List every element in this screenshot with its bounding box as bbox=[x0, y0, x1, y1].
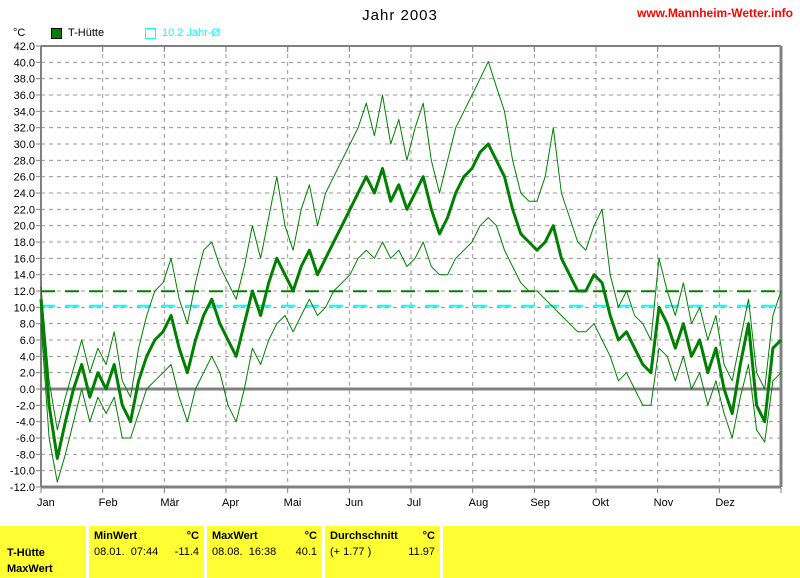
y-axis-label: 10.0 bbox=[14, 302, 35, 314]
y-axis-label: 32.0 bbox=[14, 123, 35, 135]
y-axis-label: 26.0 bbox=[14, 172, 35, 184]
legend-swatch-cyan-icon bbox=[145, 28, 156, 39]
y-axis-label: 12.0 bbox=[14, 286, 35, 298]
maxwert-unit: °C bbox=[305, 530, 317, 542]
maxwert-datetime: 08.08. 16:38 bbox=[212, 546, 276, 558]
y-axis-unit-label: °C bbox=[13, 27, 25, 39]
y-axis-label: 34.0 bbox=[14, 106, 35, 118]
y-axis-label: 14.0 bbox=[14, 270, 35, 282]
x-axis-label: Mai bbox=[284, 497, 302, 509]
x-axis-label: Nov bbox=[654, 497, 674, 509]
table-row-label-t-huette: T-Hütte bbox=[7, 547, 45, 559]
y-axis-label: -12.0 bbox=[10, 482, 35, 494]
minwert-value: -11.4 bbox=[175, 546, 199, 558]
x-axis-label: Jul bbox=[407, 497, 421, 509]
legend-label-t-huette: T-Hütte bbox=[68, 27, 104, 39]
chart-svg: Jan Feb Mär Apr Mai Jun Jul Aug Sep Okt Nov Dez 42.0… bbox=[0, 0, 800, 526]
table-row-labels-column: T-Hütte MaxWert bbox=[0, 526, 86, 578]
y-axis-label: 2.0 bbox=[20, 368, 35, 380]
y-axis-label: 18.0 bbox=[14, 237, 35, 249]
x-axis-label: Okt bbox=[592, 497, 609, 509]
x-axis-label: Sep bbox=[530, 497, 550, 509]
minwert-header: MinWert bbox=[94, 530, 137, 542]
durchschnitt-unit: °C bbox=[423, 530, 435, 542]
y-axis-label: 22.0 bbox=[14, 204, 35, 216]
minwert-datetime: 08.01. 07:44 bbox=[94, 546, 158, 558]
y-axis-label: 0.0 bbox=[20, 384, 35, 396]
durchschnitt-header: Durchschnitt bbox=[330, 530, 398, 542]
table-column-minwert: MinWert °C 08.01. 07:44 -11.4 bbox=[89, 526, 204, 578]
x-axis-label: Aug bbox=[469, 497, 489, 509]
legend-item-t-huette: T-Hütte bbox=[51, 27, 104, 39]
x-axis-label: Apr bbox=[222, 497, 239, 509]
y-axis-label: -6.0 bbox=[16, 433, 35, 445]
x-axis-label: Dez bbox=[715, 497, 735, 509]
y-axis-label: 38.0 bbox=[14, 74, 35, 86]
y-axis-label: 40.0 bbox=[14, 57, 35, 69]
y-axis-label: 36.0 bbox=[14, 90, 35, 102]
x-axis-label: Mär bbox=[160, 497, 179, 509]
minwert-unit: °C bbox=[187, 530, 199, 542]
y-axis-label: 42.0 bbox=[14, 41, 35, 53]
y-axis-label: -10.0 bbox=[10, 466, 35, 478]
x-axis-label: Feb bbox=[99, 497, 118, 509]
maxwert-header: MaxWert bbox=[212, 530, 258, 542]
weather-year-chart-page: Jan Feb Mär Apr Mai Jun Jul Aug Sep Okt Nov Dez 42.0… bbox=[0, 0, 800, 578]
x-axis-label: Jun bbox=[345, 497, 363, 509]
summary-table: T-Hütte MaxWert MinWert °C 08.01. 07:44 … bbox=[0, 526, 800, 578]
legend-label-longterm: 10.2 Jahr-Ø bbox=[162, 27, 220, 39]
durchschnitt-anomaly: (+ 1.77 ) bbox=[330, 546, 371, 558]
table-column-durchschnitt: Durchschnitt °C (+ 1.77 ) 11.97 bbox=[325, 526, 440, 578]
durchschnitt-value: 11.97 bbox=[408, 546, 435, 558]
y-axis-label: 20.0 bbox=[14, 221, 35, 233]
y-axis-label: 16.0 bbox=[14, 253, 35, 265]
legend-swatch-green-icon bbox=[51, 28, 62, 39]
y-axis-label: 30.0 bbox=[14, 139, 35, 151]
table-filler-cell bbox=[443, 526, 800, 578]
y-axis-label: 28.0 bbox=[14, 155, 35, 167]
table-row-label-maxwert: MaxWert bbox=[7, 563, 53, 575]
table-column-maxwert: MaxWert °C 08.08. 16:38 40.1 bbox=[207, 526, 322, 578]
y-axis-label: -4.0 bbox=[16, 417, 35, 429]
y-axis-label: 8.0 bbox=[20, 319, 35, 331]
y-axis-label: 4.0 bbox=[20, 351, 35, 363]
y-axis-label: -2.0 bbox=[16, 400, 35, 412]
legend-item-longterm-average: 10.2 Jahr-Ø bbox=[145, 27, 220, 39]
maxwert-value: 40.1 bbox=[296, 546, 317, 558]
y-axis-label: 6.0 bbox=[20, 335, 35, 347]
y-axis-label: 24.0 bbox=[14, 188, 35, 200]
website-link[interactable]: www.Mannheim-Wetter.info bbox=[637, 6, 793, 20]
x-axis-label: Jan bbox=[37, 497, 55, 509]
y-axis-label: -8.0 bbox=[16, 449, 35, 461]
